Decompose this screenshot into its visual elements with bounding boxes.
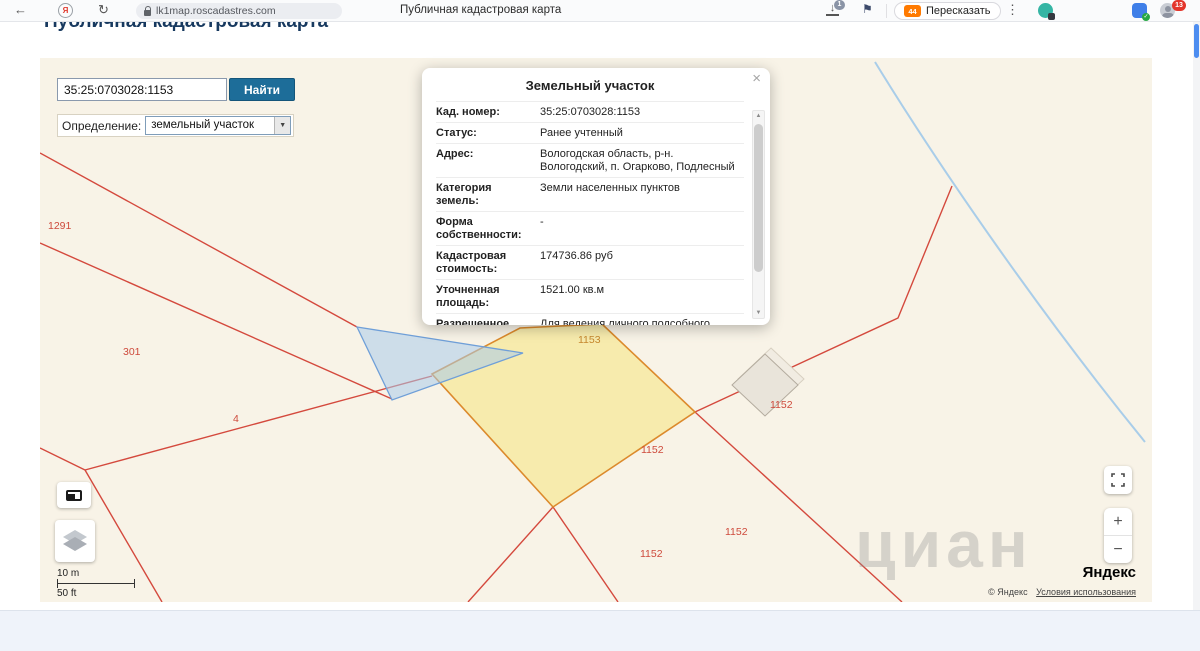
search-panel: Найти bbox=[57, 78, 295, 101]
row-label: Форма собственности: bbox=[436, 216, 532, 242]
browser-chrome: ← Я ↻ lk1map.roscadastres.com Публичная … bbox=[0, 0, 1200, 22]
river-line bbox=[875, 62, 1145, 442]
table-row: Адрес: Вологодская область, р-н. Вологод… bbox=[436, 144, 744, 178]
check-badge-icon: ✓ bbox=[1142, 13, 1150, 21]
scroll-up-icon[interactable]: ▲ bbox=[753, 113, 764, 119]
parcel-label: 4 bbox=[233, 413, 239, 425]
row-value: Вологодская область, р-н. Вологодский, п… bbox=[532, 148, 744, 174]
gpt-icon: 44 bbox=[904, 5, 921, 17]
summarize-button[interactable]: 44 Пересказать bbox=[894, 2, 1001, 20]
reload-button[interactable]: ↻ bbox=[98, 2, 109, 18]
parcel-label: 301 bbox=[123, 346, 141, 358]
parcel-label: 1152 bbox=[641, 444, 664, 456]
downloads-badge: 1 bbox=[834, 0, 845, 10]
filter-label: Определение: bbox=[62, 119, 141, 133]
zoom-out-button[interactable]: − bbox=[1104, 536, 1132, 563]
table-row: Разрешенное Для ведения личного подсобно… bbox=[436, 314, 744, 325]
scale-meters: 10 m bbox=[57, 568, 135, 579]
scroll-down-icon[interactable]: ▼ bbox=[753, 310, 764, 316]
row-label: Статус: bbox=[436, 127, 532, 140]
minimap-icon bbox=[66, 490, 82, 501]
close-icon[interactable]: × bbox=[752, 71, 761, 86]
object-type-value: земельный участок bbox=[151, 119, 254, 131]
popup-scrollbar[interactable]: ▲ ▼ bbox=[752, 110, 765, 319]
profile-badge: 13 bbox=[1172, 0, 1186, 11]
copyright-text: © Яндекс bbox=[988, 587, 1027, 597]
row-value: 174736.86 руб bbox=[532, 250, 744, 276]
address-bar[interactable]: lk1map.roscadastres.com bbox=[136, 3, 342, 19]
parcel-label: 1291 bbox=[48, 220, 71, 232]
extension-icon-1[interactable] bbox=[1038, 3, 1053, 18]
row-label: Адрес: bbox=[436, 148, 532, 174]
yandex-button[interactable]: Я bbox=[58, 3, 73, 18]
scale-bar: 10 m 50 ft bbox=[57, 568, 135, 599]
popup-table: Кад. номер: 35:25:0703028:1153 Статус: Р… bbox=[436, 101, 744, 325]
parcel-info-popup: × Земельный участок Кад. номер: 35:25:07… bbox=[422, 68, 770, 325]
yandex-logo: Яндекс bbox=[1083, 564, 1136, 581]
row-value: - bbox=[532, 216, 744, 242]
table-row: Статус: Ранее учтенный bbox=[436, 123, 744, 144]
page-scrollbar[interactable] bbox=[1193, 22, 1200, 610]
scale-feet: 50 ft bbox=[57, 588, 135, 599]
lock-icon bbox=[144, 10, 151, 16]
row-value: 35:25:0703028:1153 bbox=[532, 106, 744, 119]
parcel-label: 1152 bbox=[640, 548, 663, 560]
table-row: Категория земель: Земли населенных пункт… bbox=[436, 178, 744, 212]
minimap-button[interactable] bbox=[57, 482, 91, 508]
fullscreen-icon bbox=[1111, 473, 1125, 487]
parcel-label: 1152 bbox=[770, 399, 793, 411]
scrollbar-thumb[interactable] bbox=[754, 124, 763, 272]
fullscreen-button[interactable] bbox=[1104, 466, 1132, 494]
chevron-down-icon: ▼ bbox=[274, 117, 290, 134]
row-label: Разрешенное bbox=[436, 318, 532, 325]
row-value: Ранее учтенный bbox=[532, 127, 744, 140]
building-footprint bbox=[732, 348, 804, 416]
map-attribution: © Яндекс Условия использования bbox=[988, 587, 1136, 597]
menu-dots-icon[interactable]: ⋮ bbox=[1006, 2, 1019, 18]
parcel-label: 1152 bbox=[725, 526, 748, 538]
page-scrollbar-thumb[interactable] bbox=[1194, 24, 1199, 58]
zoom-controls: + − bbox=[1104, 508, 1132, 563]
search-button[interactable]: Найти bbox=[229, 78, 295, 101]
bookmark-flag-icon[interactable]: ⚑ bbox=[862, 2, 873, 16]
row-value: Земли населенных пунктов bbox=[532, 182, 744, 208]
table-row: Форма собственности: - bbox=[436, 212, 744, 246]
row-value: Для ведения личного подсобного bbox=[532, 318, 744, 325]
layers-button[interactable] bbox=[55, 520, 95, 562]
layers-icon bbox=[61, 528, 89, 554]
object-type-select[interactable]: земельный участок ▼ bbox=[145, 116, 291, 135]
table-row: Кад. номер: 35:25:0703028:1153 bbox=[436, 102, 744, 123]
extension-badge bbox=[1048, 13, 1055, 20]
search-input[interactable] bbox=[57, 78, 227, 101]
tab-title: Публичная кадастровая карта bbox=[400, 4, 561, 16]
popup-title: Земельный участок bbox=[436, 78, 744, 93]
table-row: Уточненная площадь: 1521.00 кв.м bbox=[436, 280, 744, 314]
zoom-in-button[interactable]: + bbox=[1104, 508, 1132, 536]
cian-watermark: циан bbox=[855, 506, 1033, 582]
row-label: Категория земель: bbox=[436, 182, 532, 208]
table-row: Кадастровая стоимость: 174736.86 руб bbox=[436, 246, 744, 280]
scale-line bbox=[57, 579, 135, 588]
terms-link[interactable]: Условия использования bbox=[1036, 587, 1136, 597]
url-text: lk1map.roscadastres.com bbox=[156, 5, 276, 17]
windows-taskbar: Я 64 Y W bbox=[0, 610, 1200, 651]
row-label: Кадастровая стоимость: bbox=[436, 250, 532, 276]
summarize-label: Пересказать bbox=[926, 5, 991, 17]
extension-icon-2[interactable]: ✓ bbox=[1132, 3, 1147, 18]
divider bbox=[886, 4, 887, 18]
back-button[interactable]: ← bbox=[14, 2, 27, 17]
screen: Публичная кадастровая карта bbox=[0, 0, 1200, 651]
filter-panel: Определение: земельный участок ▼ bbox=[57, 114, 294, 137]
row-label: Кад. номер: bbox=[436, 106, 532, 119]
parcel-label-selected: 1153 bbox=[578, 334, 601, 346]
row-label: Уточненная площадь: bbox=[436, 284, 532, 310]
row-value: 1521.00 кв.м bbox=[532, 284, 744, 310]
